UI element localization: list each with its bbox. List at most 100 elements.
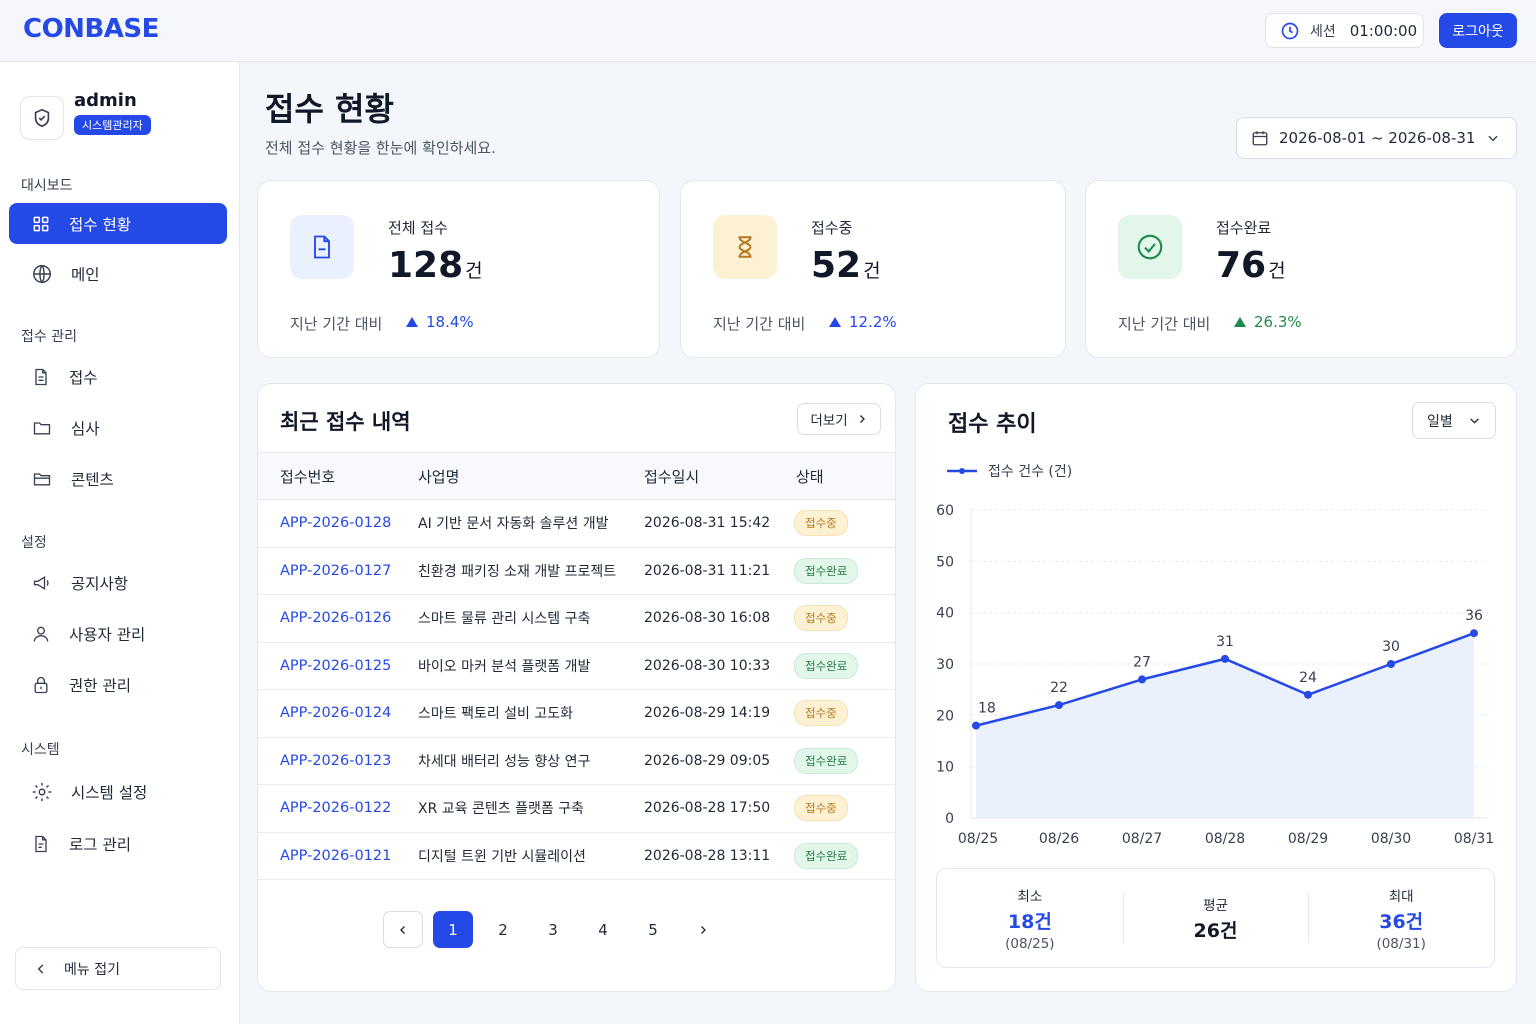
- chevron-right-icon: [859, 415, 865, 423]
- status-cell: 접수중: [794, 690, 895, 738]
- shield-icon: [34, 108, 50, 128]
- data-point: [1470, 629, 1478, 638]
- more-button[interactable]: 더보기: [797, 403, 881, 435]
- intake-id-link[interactable]: APP-2026-0128: [258, 500, 418, 548]
- sidebar: admin 시스템관리자 대시보드 접수 현황 메인 접수 관리 접수 심사 콘…: [0, 62, 240, 1024]
- trend-line-chart: 0 10 20 30 40 50 60 18 22 27 31 24 30 36 08/25 08/26 08/…: [936, 503, 1494, 847]
- date-range-value: 2026-08-01 ~ 2026-08-31: [1279, 129, 1476, 147]
- sidebar-item-status[interactable]: 접수 현황: [9, 203, 227, 244]
- intake-id-link[interactable]: APP-2026-0122: [258, 785, 418, 833]
- page-button-4[interactable]: 4: [583, 911, 623, 948]
- intake-id-link[interactable]: APP-2026-0127: [258, 547, 418, 595]
- stat-card-total: 전체 접수 128 건 지난 기간 대비 18.4%: [257, 180, 660, 358]
- data-label: 30: [1382, 639, 1400, 655]
- sidebar-item-review[interactable]: 심사: [9, 407, 227, 448]
- app-logo[interactable]: CONBASE: [23, 14, 159, 44]
- stat-card-progress: 접수중 52 건 지난 기간 대비 12.2%: [680, 180, 1066, 358]
- stat-unit: 건: [863, 260, 881, 282]
- sidebar-item-intake[interactable]: 접수: [9, 356, 227, 397]
- sidebar-item-contents[interactable]: 콘텐츠: [9, 458, 227, 499]
- sidebar-item-main[interactable]: 메인: [9, 253, 227, 294]
- y-tick-label: 30: [936, 657, 954, 673]
- stat-change-value: 26.3%: [1254, 313, 1302, 331]
- gear-icon: [32, 782, 52, 801]
- sidebar-item-system-settings[interactable]: 시스템 설정: [9, 771, 227, 812]
- page-button-5[interactable]: 5: [633, 911, 673, 948]
- recent-intake-card: 최근 접수 내역 더보기 접수번호 사업명 접수일시 상태 APP-2026-0…: [257, 383, 896, 992]
- intake-id-link[interactable]: APP-2026-0126: [258, 595, 418, 643]
- status-cell: 접수완료: [794, 547, 895, 595]
- page-button-2[interactable]: 2: [483, 911, 523, 948]
- session-label: 세션: [1310, 23, 1336, 40]
- intake-id-link[interactable]: APP-2026-0123: [258, 737, 418, 785]
- globe-icon: [33, 264, 51, 283]
- triangle-up-icon: [406, 317, 418, 327]
- summary-value: 18건: [1007, 910, 1052, 933]
- stat-change-value: 18.4%: [426, 313, 474, 331]
- status-cell: 접수완료: [794, 642, 895, 690]
- intake-id-link[interactable]: APP-2026-0121: [258, 832, 418, 880]
- sidebar-item-logs[interactable]: 로그 관리: [9, 823, 227, 864]
- logout-button[interactable]: 로그아웃: [1439, 13, 1517, 48]
- date-range-picker[interactable]: 2026-08-01 ~ 2026-08-31: [1236, 117, 1517, 159]
- avatar: [20, 96, 64, 140]
- recent-title: 최근 접수 내역: [280, 410, 411, 434]
- user-icon: [33, 626, 49, 642]
- project-name: 스마트 팩토리 설비 고도화: [418, 706, 574, 723]
- table-row[interactable]: APP-2026-0125 바이오 마커 분석 플랫폼 개발 2026-08-30 …: [258, 642, 895, 690]
- chevron-left-icon: [400, 925, 405, 934]
- data-point: [1304, 690, 1312, 699]
- data-point: [972, 721, 980, 730]
- sidebar-item-label: 접수: [69, 368, 98, 387]
- lock-icon: [34, 676, 48, 693]
- stat-icon-wrap: [290, 215, 354, 279]
- project-name: 스마트 물류 관리 시스템 구축: [418, 611, 591, 628]
- intake-date: 2026-08-30 16:08: [644, 610, 771, 627]
- table-header-row: 접수번호 사업명 접수일시 상태: [258, 452, 895, 500]
- table-row[interactable]: APP-2026-0128 AI 기반 문서 자동화 솔루션 개발 2026-08-…: [258, 500, 895, 548]
- status-cell: 접수중: [794, 785, 895, 833]
- project-name: 디지털 트윈 기반 시뮬레이션: [418, 848, 586, 865]
- y-tick-label: 10: [936, 760, 954, 776]
- table-row[interactable]: APP-2026-0127 친환경 패키징 소재 개발 프로젝트 2026-08-3…: [258, 547, 895, 595]
- x-tick-label: 08/26: [1039, 831, 1079, 847]
- folder-icon: [33, 421, 51, 434]
- stat-value: 76 건: [1216, 245, 1286, 286]
- table-row[interactable]: APP-2026-0124 스마트 팩토리 설비 고도화 2026-08-29 14…: [258, 690, 895, 738]
- check-circle-icon: [1137, 234, 1163, 260]
- intake-id-link[interactable]: APP-2026-0124: [258, 690, 418, 738]
- section-label-settings: 설정: [21, 535, 47, 551]
- y-tick-label: 0: [945, 811, 954, 827]
- page-button-3[interactable]: 3: [533, 911, 573, 948]
- next-page-button[interactable]: [683, 911, 723, 948]
- table-row[interactable]: APP-2026-0121 디지털 트윈 기반 시뮬레이션 2026-08-28 1…: [258, 832, 895, 880]
- trend-summary: 최소 18건 (08/25) 평균 26건 최대 36건 (08/31): [936, 868, 1495, 968]
- prev-page-button[interactable]: [383, 911, 423, 948]
- stat-card-done: 접수완료 76 건 지난 기간 대비 26.3%: [1085, 180, 1517, 358]
- status-badge: 접수중: [794, 605, 848, 632]
- folder-open-icon: [33, 472, 51, 485]
- sidebar-item-permissions[interactable]: 권한 관리: [9, 664, 227, 705]
- sidebar-item-notice[interactable]: 공지사항: [9, 562, 227, 603]
- status-badge: 접수중: [794, 510, 848, 537]
- data-label: 27: [1133, 654, 1151, 670]
- collapse-menu-button[interactable]: 메뉴 접기: [15, 947, 221, 990]
- sidebar-item-label: 사용자 관리: [69, 625, 146, 644]
- chevron-down-icon: [1488, 135, 1498, 142]
- stat-value: 128 건: [388, 245, 483, 286]
- column-header: 접수번호: [280, 467, 336, 486]
- session-time: 01:00:00: [1349, 21, 1418, 40]
- sidebar-item-users[interactable]: 사용자 관리: [9, 613, 227, 654]
- data-point: [1387, 660, 1395, 668]
- session-timer: 세션 01:00:00: [1265, 13, 1424, 48]
- table-row[interactable]: APP-2026-0123 차세대 배터리 성능 향상 연구 2026-08-29 …: [258, 737, 895, 785]
- sidebar-item-label: 시스템 설정: [71, 783, 148, 802]
- stat-compare-label: 지난 기간 대비: [713, 315, 806, 333]
- page-button-1[interactable]: 1: [433, 911, 473, 948]
- table-row[interactable]: APP-2026-0126 스마트 물류 관리 시스템 구축 2026-08-30 …: [258, 595, 895, 643]
- data-label: 31: [1216, 634, 1234, 650]
- intake-id-link[interactable]: APP-2026-0125: [258, 642, 418, 690]
- status-badge: 접수완료: [794, 747, 859, 774]
- table-row[interactable]: APP-2026-0122 XR 교육 콘텐츠 플랫폼 구축 2026-08-28 …: [258, 785, 895, 833]
- intake-date: 2026-08-29 14:19: [644, 705, 771, 722]
